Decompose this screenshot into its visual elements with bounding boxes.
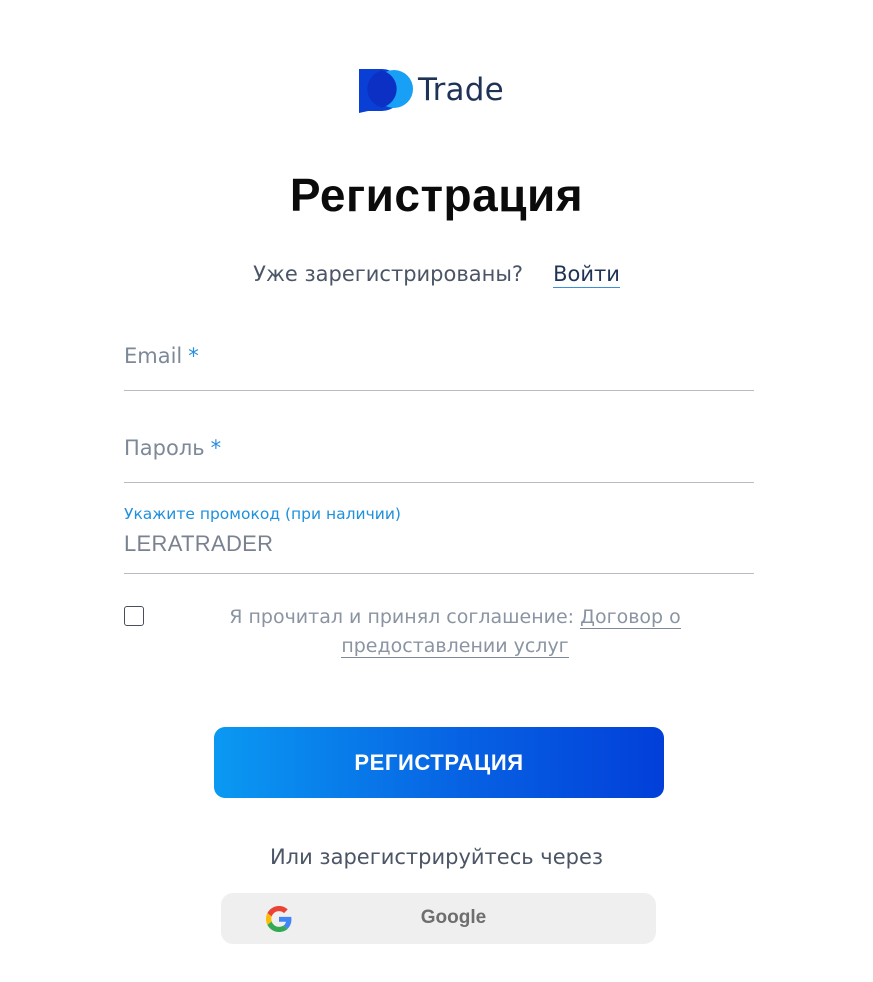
- login-question: Уже зарегистрированы?: [253, 262, 524, 286]
- google-label: Google: [420, 907, 487, 928]
- logo-text: Trade: [418, 72, 504, 108]
- promo-code-value: LERATRADER: [124, 531, 274, 556]
- agreement-label: Я прочитал и принял соглашение:: [229, 606, 575, 628]
- password-placeholder: Пароль: [124, 436, 205, 460]
- page-title: Регистрация: [289, 169, 584, 221]
- logo-icon: [359, 69, 413, 113]
- password-field[interactable]: Пароль *: [124, 436, 754, 483]
- promo-code-label: Укажите промокод (при наличии): [124, 505, 401, 523]
- logo[interactable]: Trade: [358, 66, 504, 114]
- login-link[interactable]: Войти: [553, 262, 620, 288]
- social-prompt: Или зарегистрируйтесь через: [269, 845, 604, 869]
- password-required-mark: *: [210, 436, 222, 460]
- login-prompt: Уже зарегистрированы? Войти: [0, 262, 873, 288]
- register-button[interactable]: РЕГИСТРАЦИЯ: [214, 727, 664, 798]
- email-field[interactable]: Email *: [124, 344, 754, 391]
- email-placeholder: Email: [124, 344, 183, 368]
- agreement-text: Я прочитал и принял соглашение: Договор …: [160, 603, 750, 661]
- agreement-checkbox[interactable]: [124, 606, 144, 626]
- agreement-link-part1[interactable]: Договор о: [580, 606, 681, 629]
- agreement-link-part2[interactable]: предоставлении услуг: [341, 635, 569, 658]
- google-signup-button[interactable]: Google: [221, 893, 656, 944]
- email-required-mark: *: [188, 344, 199, 368]
- promo-code-field[interactable]: Укажите промокод (при наличии) LERATRADE…: [124, 504, 754, 574]
